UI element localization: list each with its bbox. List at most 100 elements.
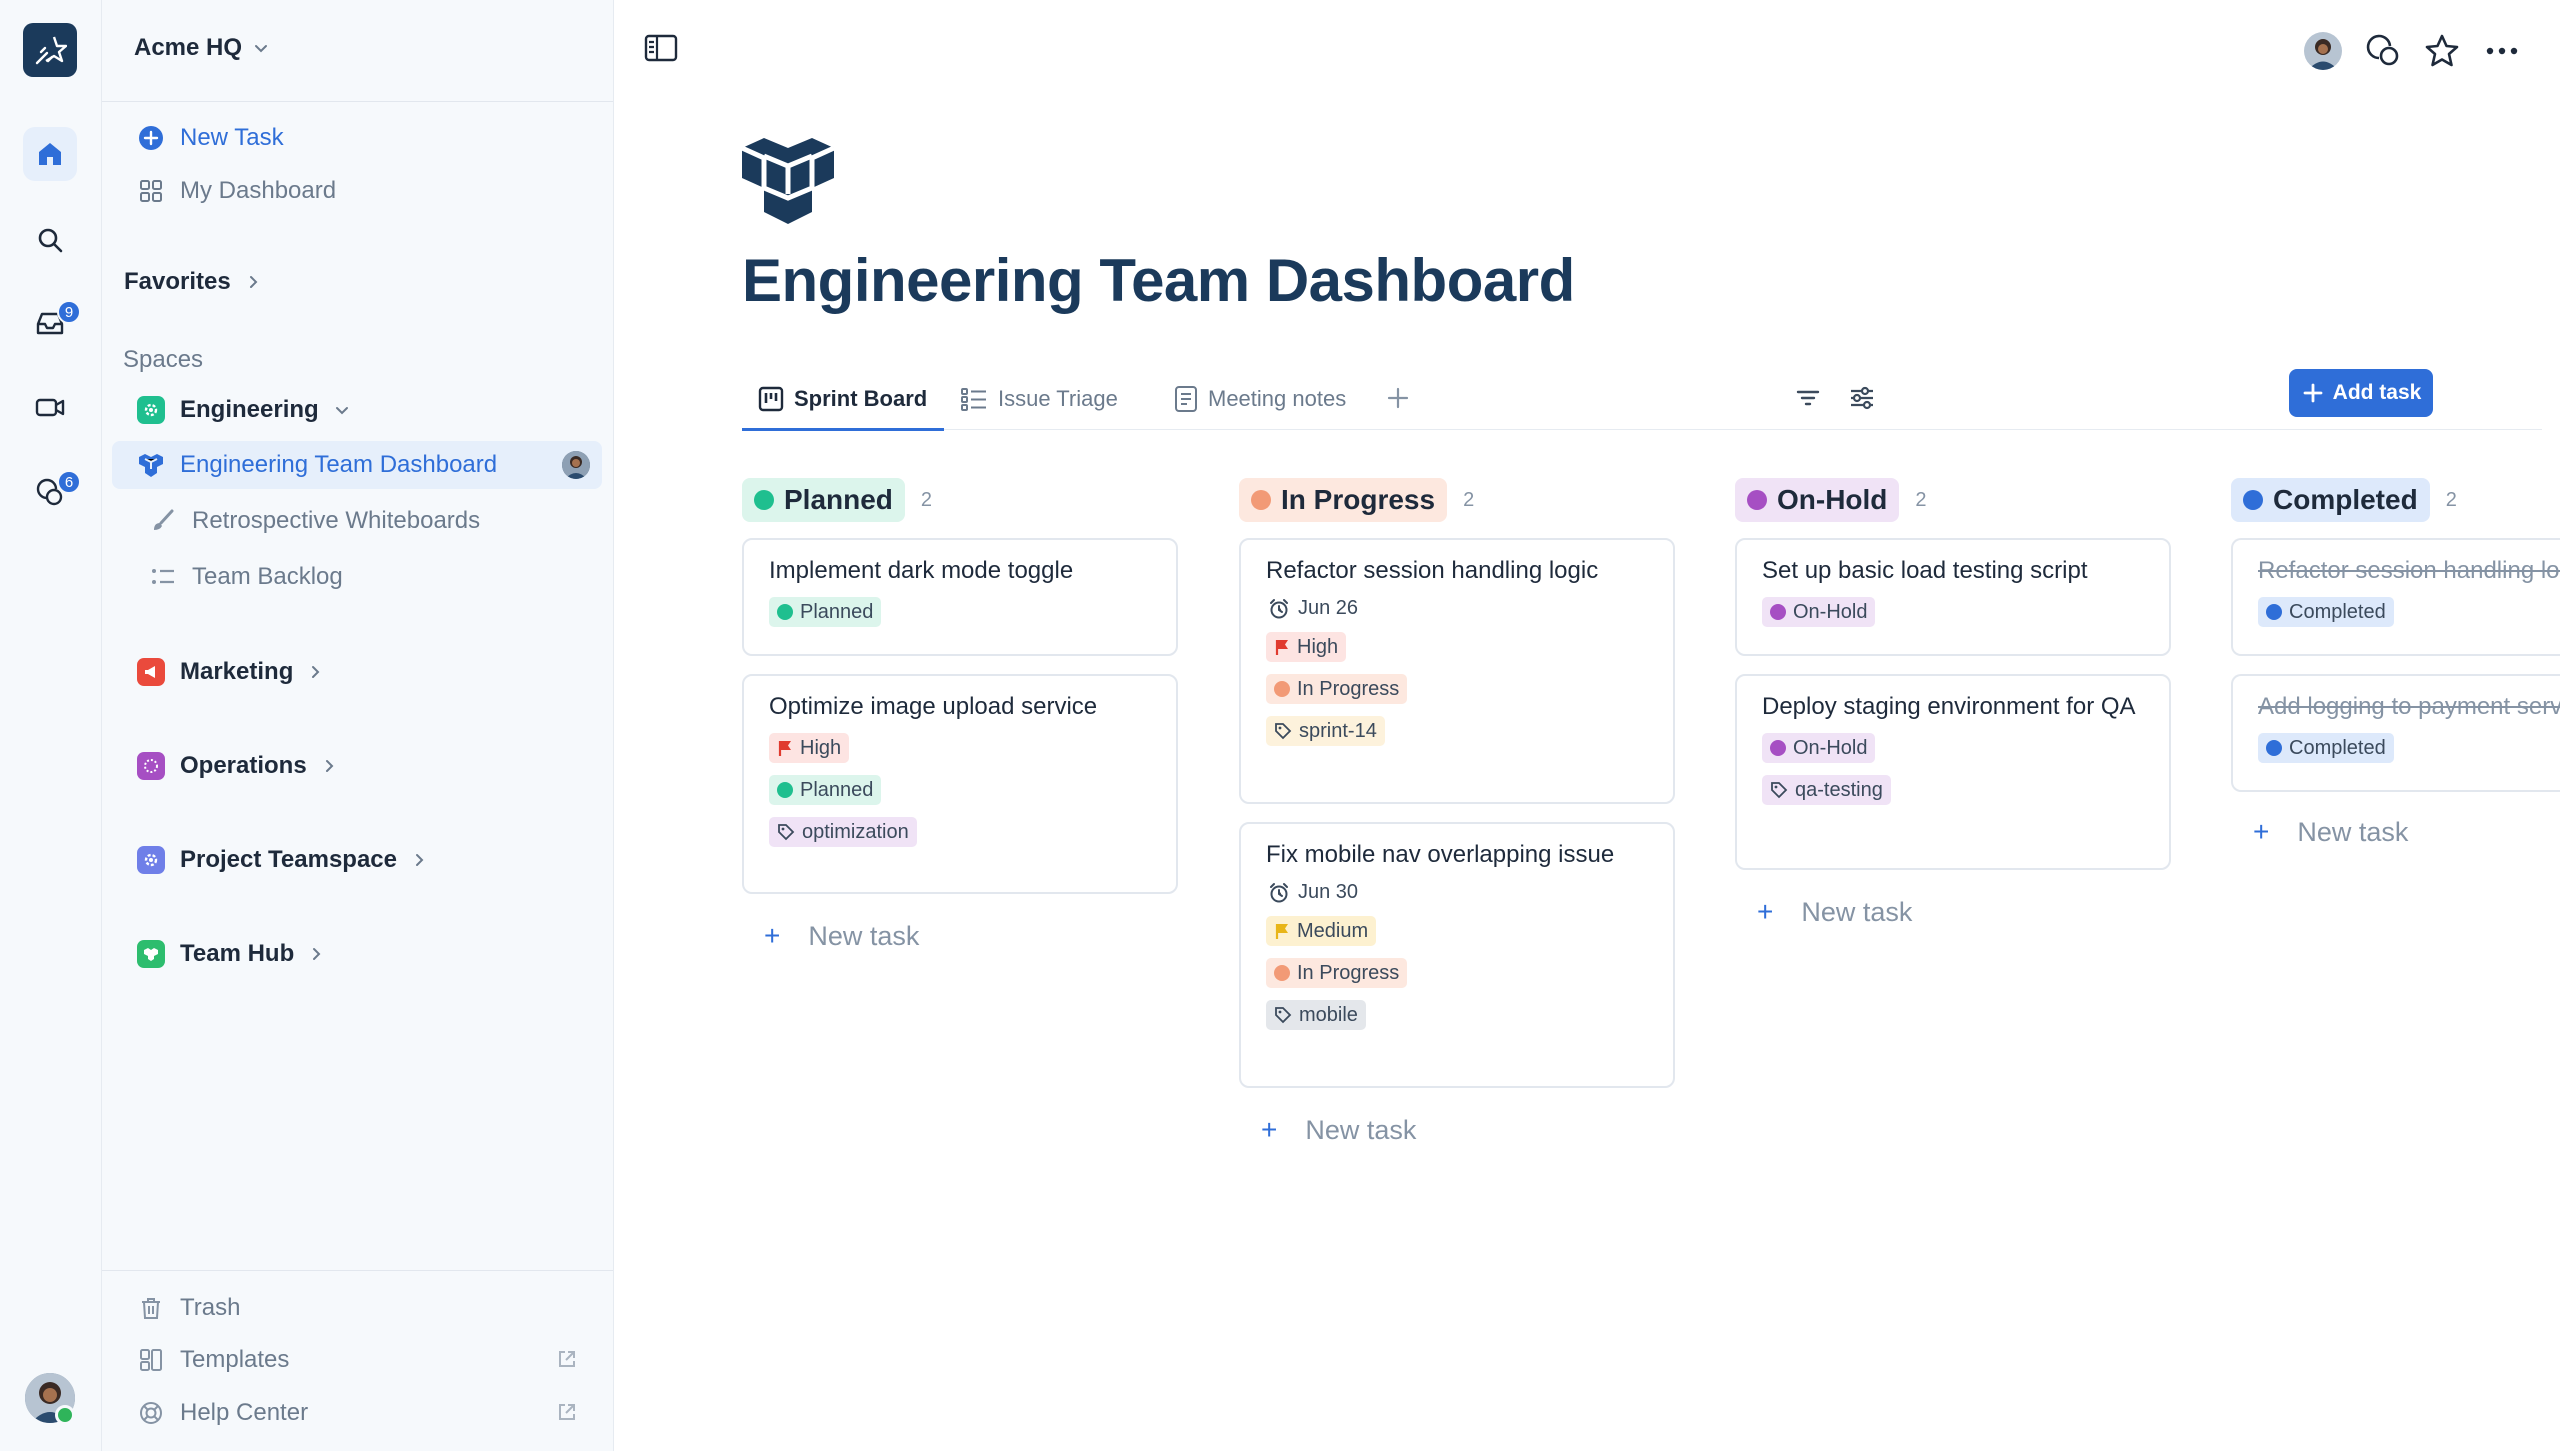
space-team-hub[interactable]: Team Hub [124,930,600,978]
flag-icon [778,741,791,756]
task-card[interactable]: Refactor session handling logic Jun 26 H… [1239,538,1675,804]
star-icon [2425,34,2459,67]
search-button[interactable] [23,213,77,267]
space-marketing[interactable]: Marketing [124,648,600,696]
settings-button[interactable] [1848,384,1876,412]
star-logo-icon [35,36,67,65]
favorites-toggle[interactable]: Favorites [124,258,600,306]
video-icon [35,398,65,417]
sidebar-item-retrospective-whiteboards[interactable]: Retrospective Whiteboards [124,497,600,545]
task-card[interactable]: Set up basic load testing script On-Hold [1735,538,2171,656]
brush-icon [148,506,178,536]
trash-label: Trash [180,1294,241,1321]
space-engineering[interactable]: Engineering [124,386,600,434]
video-button[interactable] [23,380,77,434]
comments-button[interactable] [2364,33,2404,69]
column-status-pill[interactable]: Completed [2231,478,2430,522]
sidebar-item-label: Engineering Team Dashboard [180,451,498,478]
new-task-button[interactable]: + New task [1757,896,1912,928]
tab-sprint-board[interactable]: Sprint Board [742,368,944,431]
board-column-in-progress: In Progress 2 Refactor session handling … [1239,478,1675,1145]
due-date: Jun 30 [1266,881,1648,904]
list-icon [148,562,178,592]
my-dashboard-link[interactable]: My Dashboard [124,167,600,215]
help-center-label: Help Center [180,1399,309,1426]
cubes-icon [136,450,166,480]
workspace-switcher[interactable]: Acme HQ [134,34,270,62]
task-card[interactable]: Add logging to payment service Completed [2231,674,2560,792]
column-title: Planned [784,484,893,515]
sidebar-item-label: Team Backlog [192,563,343,590]
column-title: On-Hold [1777,484,1888,515]
column-status-pill[interactable]: In Progress [1239,478,1448,522]
status-badge: On-Hold [1762,597,1876,627]
sidebar-item-engineering-team-dashboard[interactable]: Engineering Team Dashboard [112,441,602,489]
tag-icon [778,824,795,841]
app-logo[interactable] [23,23,77,77]
chevron-right-icon [312,666,320,678]
icon-rail: 9 6 [0,0,102,1451]
task-title: Refactor session handling logic [1266,557,1599,584]
new-task-button[interactable]: + New task [2253,816,2408,848]
status-dot [1747,490,1767,510]
document-icon [1175,386,1197,412]
home-button[interactable] [23,127,77,181]
tag-icon [1771,782,1788,799]
divider [102,1270,613,1271]
favorites-label: Favorites [124,268,231,295]
toggle-sidebar-button[interactable] [644,33,678,63]
sidebar-toggle-icon [644,34,678,62]
column-status-pill[interactable]: Planned [742,478,905,522]
new-task-button[interactable]: + New task [1261,1114,1416,1146]
sidebar-item-team-backlog[interactable]: Team Backlog [124,553,600,601]
chevron-down-icon [335,407,348,415]
gear-icon [137,396,165,424]
status-badge: On-Hold [1762,733,1876,763]
space-operations[interactable]: Operations [124,742,600,790]
column-count: 2 [1915,488,1927,511]
tag-icon [1275,1007,1292,1024]
new-task-button[interactable]: + New task [764,920,919,952]
column-status-pill[interactable]: On-Hold [1735,478,1900,522]
tab-meeting-notes[interactable]: Meeting notes [1174,368,1346,430]
inbox-badge: 9 [57,300,81,324]
trash-link[interactable]: Trash [124,1284,600,1332]
chevron-right-icon [325,760,334,772]
new-task-button[interactable]: New Task [124,114,600,162]
space-label: Project Teamspace [180,846,397,873]
chat-button[interactable]: 6 [23,466,81,520]
chevron-right-icon [249,276,258,288]
more-options-button[interactable] [2484,33,2520,69]
spaces-label: Spaces [123,346,204,373]
templates-label: Templates [180,1346,290,1373]
plus-icon: + [2253,816,2270,847]
task-card[interactable]: Implement dark mode toggle Planned [742,538,1178,656]
help-center-link[interactable]: Help Center [124,1389,600,1437]
avatar[interactable] [2304,32,2342,70]
favorite-button[interactable] [2424,33,2460,69]
templates-link[interactable]: Templates [124,1336,600,1384]
list-icon [961,388,986,411]
status-badge: Planned [769,597,882,627]
status-badge: Completed [2258,733,2394,763]
add-view-button[interactable] [1384,384,1412,412]
sliders-icon [1851,386,1873,410]
task-card[interactable]: Fix mobile nav overlapping issue Jun 30 … [1239,822,1675,1088]
inbox-button[interactable]: 9 [23,296,81,350]
label-badge: optimization [769,817,917,847]
filter-button[interactable] [1794,384,1822,412]
search-icon [38,228,63,253]
due-date: Jun 26 [1266,597,1648,620]
task-title: Optimize image upload service [769,693,1098,720]
tab-label: Issue Triage [998,386,1118,411]
task-card[interactable]: Refactor session handling logic Complete… [2231,538,2560,656]
space-label: Marketing [180,658,294,685]
space-project-teamspace[interactable]: Project Teamspace [124,836,600,884]
task-card[interactable]: Optimize image upload service High Plann… [742,674,1178,894]
tab-issue-triage[interactable]: Issue Triage [960,368,1118,430]
add-task-button[interactable]: Add task [2289,369,2433,417]
flag-icon [1275,924,1288,939]
tab-label: Sprint Board [794,386,928,411]
task-card[interactable]: Deploy staging environment for QA On-Hol… [1735,674,2171,870]
page-icon[interactable] [738,134,838,226]
